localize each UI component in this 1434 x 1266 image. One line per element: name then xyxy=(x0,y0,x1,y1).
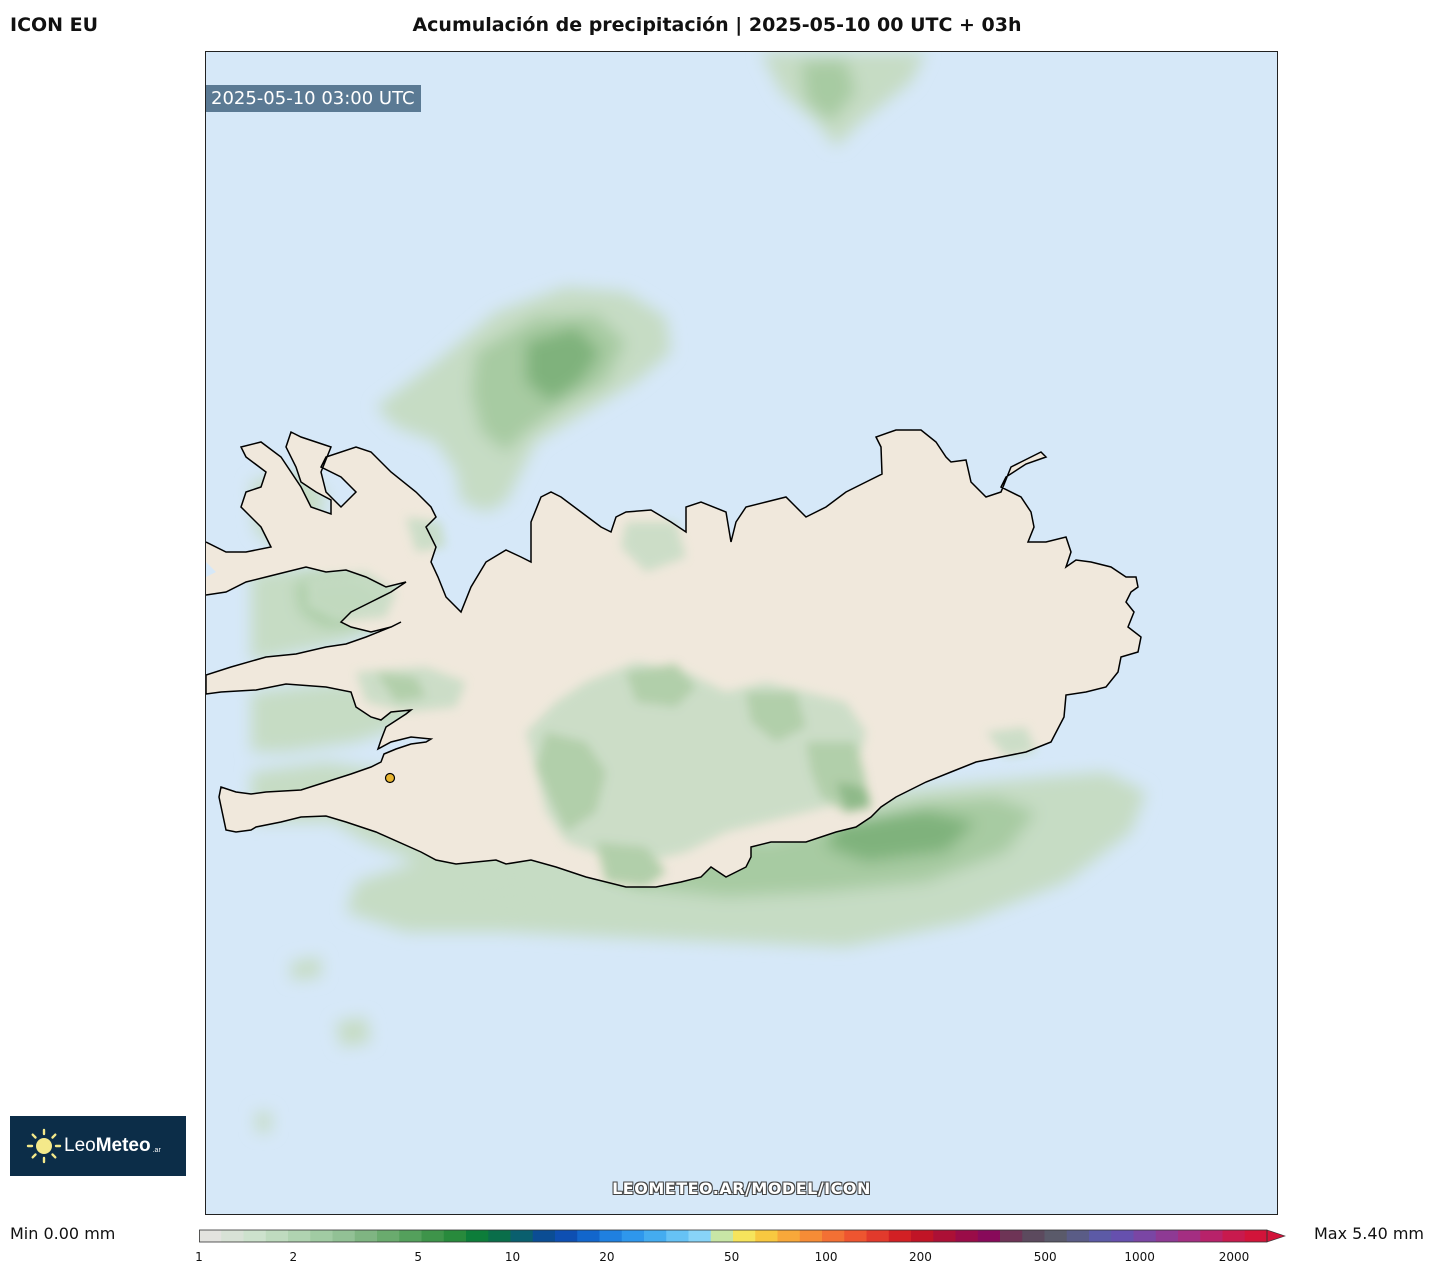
colorbar-tick-label: 10 xyxy=(504,1250,521,1264)
leometeo-logo[interactable]: Leo Meteo .ar xyxy=(10,1116,186,1176)
colorbar-segment xyxy=(733,1230,756,1242)
colorbar-segment xyxy=(755,1230,779,1242)
colorbar-tick-label: 500 xyxy=(1033,1250,1057,1264)
map-canvas xyxy=(206,52,1146,1132)
precipitation-map[interactable]: 2025-05-10 03:00 UTC LEOMETEO.AR/MODEL/I… xyxy=(205,51,1278,1215)
colorbar-segment xyxy=(1089,1230,1112,1242)
colorbar-segment xyxy=(955,1230,979,1242)
colorbar-segment xyxy=(243,1230,267,1242)
colorbar-segment xyxy=(888,1230,912,1242)
colorbar-segment xyxy=(354,1230,378,1242)
colorbar-segment xyxy=(822,1230,845,1242)
colorbar-segment xyxy=(777,1230,801,1242)
watermark: LEOMETEO.AR/MODEL/ICON xyxy=(612,1179,871,1198)
colorbar-segment xyxy=(1244,1230,1268,1242)
colorbar-segment xyxy=(1178,1230,1201,1242)
logo-prefix: Leo xyxy=(64,1135,96,1156)
colorbar-tick-label: 50 xyxy=(724,1250,740,1264)
colorbar-segment xyxy=(577,1230,601,1242)
colorbar-extend-arrow xyxy=(1266,1229,1286,1243)
sun-icon xyxy=(26,1128,62,1164)
colorbar-segment xyxy=(599,1230,623,1242)
colorbar-segment xyxy=(688,1230,712,1242)
colorbar-tick-label: 2000 xyxy=(1218,1250,1250,1264)
logo-brand: Meteo xyxy=(95,1135,151,1156)
colorbar-segment xyxy=(466,1230,489,1242)
colorbar-segment xyxy=(1155,1230,1179,1242)
valid-time-label: 2025-05-10 03:00 UTC xyxy=(206,85,421,112)
colorbar-segment xyxy=(288,1230,311,1242)
colorbar-segment xyxy=(666,1230,690,1242)
colorbar-segment xyxy=(1222,1230,1246,1242)
colorbar-segment xyxy=(1022,1230,1046,1242)
colorbar-tick-label: 100 xyxy=(814,1250,838,1264)
colorbar-segment xyxy=(532,1230,556,1242)
colorbar-segment xyxy=(421,1230,445,1242)
colorbar-tick-label: 5 xyxy=(414,1250,422,1264)
colorbar-segment xyxy=(332,1230,356,1242)
colorbar-segment xyxy=(443,1230,467,1242)
colorbar-segment xyxy=(933,1230,957,1242)
colorbar-segment xyxy=(866,1230,890,1242)
colorbar-tick-label: 1 xyxy=(195,1250,203,1264)
colorbar-segment xyxy=(199,1230,222,1242)
colorbar-segment xyxy=(710,1230,734,1242)
colorbar-segment xyxy=(911,1230,934,1242)
colorbar-segment xyxy=(377,1230,400,1242)
station-marker[interactable] xyxy=(384,772,396,784)
colorbar-segment xyxy=(1133,1230,1157,1242)
logo-suffix: .ar xyxy=(152,1146,161,1154)
colorbar-segment xyxy=(265,1230,289,1242)
colorbar-segment xyxy=(399,1230,423,1242)
colorbar-segment xyxy=(1066,1230,1090,1242)
colorbar-segment xyxy=(1000,1230,1023,1242)
colorbar-segment xyxy=(1111,1230,1135,1242)
colorbar-segment xyxy=(510,1230,534,1242)
colorbar-segment xyxy=(555,1230,578,1242)
colorbar-segment xyxy=(310,1230,334,1242)
colorbar-segment xyxy=(221,1230,245,1242)
colorbar-segment xyxy=(844,1230,868,1242)
colorbar-segment xyxy=(1044,1230,1068,1242)
colorbar-segment xyxy=(644,1230,667,1242)
colorbar-segment xyxy=(488,1230,512,1242)
page-title: Acumulación de precipitación | 2025-05-1… xyxy=(412,14,1022,36)
colorbar-tick-label: 200 xyxy=(909,1250,932,1264)
colorbar-segment xyxy=(1200,1230,1224,1242)
precipitation-colorbar xyxy=(199,1229,1286,1243)
colorbar-segment xyxy=(621,1230,645,1242)
colorbar-tick-label: 2 xyxy=(289,1250,298,1264)
min-value-label: Min 0.00 mm xyxy=(10,1224,116,1243)
colorbar-segment xyxy=(799,1230,823,1242)
colorbar-tick-label: 1000 xyxy=(1124,1250,1155,1264)
colorbar-segment xyxy=(977,1230,1001,1242)
max-value-label: Max 5.40 mm xyxy=(1313,1224,1424,1243)
colorbar-tick-label: 20 xyxy=(599,1250,615,1264)
